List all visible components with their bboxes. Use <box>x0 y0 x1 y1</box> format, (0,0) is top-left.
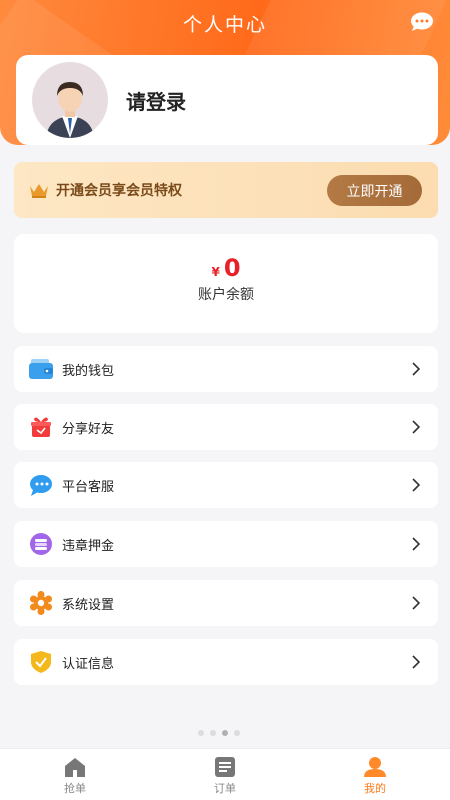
avatar[interactable] <box>32 62 108 138</box>
tab-orders[interactable]: 订单 <box>150 749 300 800</box>
home-icon <box>65 758 85 777</box>
menu-label: 平台客服 <box>62 480 115 495</box>
page-indicator <box>198 730 240 736</box>
vip-banner[interactable]: 开通会员享会员特权 立即开通 <box>14 162 438 218</box>
profile-card[interactable]: 请登录 <box>16 55 438 145</box>
customer-service-icon <box>30 475 52 496</box>
vip-promo-text: 开通会员享会员特权 <box>56 183 182 199</box>
settings-icon <box>30 591 52 615</box>
chevron-right-icon <box>412 655 420 669</box>
menu-item-verification[interactable]: 认证信息 <box>14 639 438 685</box>
chevron-right-icon <box>412 537 420 551</box>
verified-shield-icon <box>31 651 51 673</box>
avatar-icon <box>46 82 94 138</box>
menu-label: 认证信息 <box>62 657 115 672</box>
menu-label: 我的钱包 <box>62 364 115 379</box>
page-title: 个人中心 <box>182 14 267 36</box>
activate-vip-button[interactable]: 立即开通 <box>327 175 422 206</box>
bottom-tab-bar: 抢单 订单 我的 <box>0 748 450 800</box>
tab-label: 抢单 <box>64 782 86 795</box>
chat-bubble-icon[interactable] <box>410 12 434 32</box>
menu-item-customer-service[interactable]: 平台客服 <box>14 462 438 508</box>
wallet-icon <box>29 359 53 379</box>
menu-item-wallet[interactable]: 我的钱包 <box>14 346 438 392</box>
chevron-right-icon <box>412 362 420 376</box>
currency-symbol: ¥ <box>211 265 220 279</box>
menu-item-settings[interactable]: 系统设置 <box>14 580 438 626</box>
login-prompt[interactable]: 请登录 <box>126 86 186 115</box>
balance-amount: ¥0 <box>14 254 438 282</box>
tab-label: 订单 <box>214 782 236 795</box>
balance-card[interactable]: ¥0 账户余额 <box>14 234 438 333</box>
chevron-right-icon <box>412 420 420 434</box>
menu-item-deposit[interactable]: 违章押金 <box>14 521 438 567</box>
tab-grab-orders[interactable]: 抢单 <box>0 749 150 800</box>
crown-icon <box>30 184 48 198</box>
order-list-icon <box>215 757 235 777</box>
balance-value: 0 <box>223 254 241 282</box>
tab-mine[interactable]: 我的 <box>300 749 450 800</box>
gift-icon <box>31 417 51 437</box>
menu-item-share[interactable]: 分享好友 <box>14 404 438 450</box>
tab-label: 我的 <box>364 782 386 795</box>
chevron-right-icon <box>412 596 420 610</box>
menu-label: 系统设置 <box>62 598 115 613</box>
user-icon <box>364 757 386 777</box>
menu-label: 分享好友 <box>62 422 115 437</box>
chevron-right-icon <box>412 478 420 492</box>
deposit-icon <box>30 533 52 555</box>
menu-label: 违章押金 <box>62 539 115 554</box>
balance-label: 账户余额 <box>198 287 254 303</box>
